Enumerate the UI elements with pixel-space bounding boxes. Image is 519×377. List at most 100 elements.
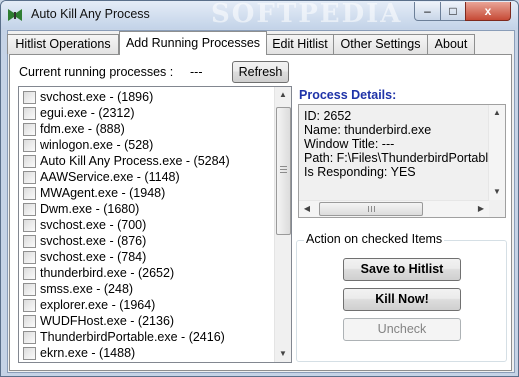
kill-now-button[interactable]: Kill Now! — [343, 288, 461, 311]
tab-edit-hitlist[interactable]: Edit Hitlist — [266, 34, 334, 54]
grip-line — [368, 206, 369, 212]
process-checkbox[interactable] — [23, 155, 36, 168]
process-row[interactable]: WUDFHost.exe - (2136) — [19, 313, 273, 329]
process-checkbox[interactable] — [23, 235, 36, 248]
process-label: Dwm.exe - (1680) — [40, 202, 140, 216]
minimize-icon: – — [424, 4, 431, 18]
grip-line — [280, 172, 287, 173]
process-checkbox[interactable] — [23, 251, 36, 264]
process-checkbox[interactable] — [23, 219, 36, 232]
current-processes-value: --- — [190, 65, 203, 79]
details-horizontal-scrollbar[interactable]: ◀ ▶ — [299, 200, 489, 217]
process-label: ekrn.exe - (1488) — [40, 346, 136, 360]
refresh-label: Refresh — [238, 65, 283, 79]
detail-path: Path: F:\Files\ThunderbirdPortable — [304, 151, 496, 165]
tab-add-running-processes[interactable]: Add Running Processes — [119, 31, 267, 55]
list-scroll-thumb[interactable] — [276, 107, 291, 235]
process-checkbox[interactable] — [23, 299, 36, 312]
process-checkbox[interactable] — [23, 347, 36, 360]
save-to-hitlist-button[interactable]: Save to Hitlist — [343, 258, 461, 281]
process-checkbox[interactable] — [23, 107, 36, 120]
process-checkbox[interactable] — [23, 139, 36, 152]
process-label: ThunderbirdPortable.exe - (2416) — [40, 330, 225, 344]
tab-other-settings[interactable]: Other Settings — [333, 34, 428, 54]
process-row[interactable]: svchost.exe - (700) — [19, 217, 273, 233]
scroll-right-arrow-icon[interactable]: ▶ — [473, 201, 489, 217]
save-label: Save to Hitlist — [360, 262, 444, 276]
uncheck-label: Uncheck — [377, 322, 427, 336]
process-row[interactable]: svchost.exe - (876) — [19, 233, 273, 249]
process-row[interactable]: svchost.exe - (784) — [19, 249, 273, 265]
tab-about[interactable]: About — [427, 34, 475, 54]
kill-label: Kill Now! — [375, 292, 429, 306]
process-list[interactable]: svchost.exe - (1896) egui.exe - (2312) fdm… — [18, 86, 292, 363]
softpedia-watermark: SOFTPEDIA — [211, 0, 403, 29]
process-checkbox[interactable] — [23, 91, 36, 104]
process-checkbox[interactable] — [23, 283, 36, 296]
tab-label: Other Settings — [340, 37, 421, 51]
close-button[interactable]: x — [465, 2, 511, 21]
maximize-icon: □ — [449, 4, 457, 18]
uncheck-button[interactable]: Uncheck — [343, 318, 461, 341]
process-details-title: Process Details: — [299, 88, 397, 102]
scroll-up-arrow-icon[interactable]: ▲ — [489, 105, 505, 121]
process-row[interactable]: Auto Kill Any Process.exe - (5284) — [19, 153, 273, 169]
detail-name: Name: thunderbird.exe — [304, 123, 432, 137]
process-checkbox[interactable] — [23, 123, 36, 136]
details-vertical-scrollbar[interactable]: ▲ ▼ — [488, 105, 505, 200]
window-title: Auto Kill Any Process — [31, 7, 150, 21]
tab-hitlist-operations[interactable]: Hitlist Operations — [7, 34, 119, 54]
action-group-label: Action on checked Items — [304, 232, 445, 246]
process-row[interactable]: MWAgent.exe - (1948) — [19, 185, 273, 201]
process-label: explorer.exe - (1964) — [40, 298, 156, 312]
list-scrollbar[interactable]: ▲ ▼ — [274, 87, 291, 362]
process-label: svchost.exe - (784) — [40, 250, 147, 264]
process-row[interactable]: winlogon.exe - (528) — [19, 137, 273, 153]
process-row[interactable]: AAWService.exe - (1148) — [19, 169, 273, 185]
tab-label: Add Running Processes — [125, 36, 261, 50]
process-label: svchost.exe - (1896) — [40, 90, 154, 104]
app-window: Auto Kill Any Process SOFTPEDIA – □ x Hi… — [0, 0, 519, 377]
scroll-up-arrow-icon[interactable]: ▲ — [275, 87, 291, 103]
process-checkbox[interactable] — [23, 331, 36, 344]
detail-id: ID: 2652 — [304, 109, 352, 123]
process-row[interactable]: thunderbird.exe - (2652) — [19, 265, 273, 281]
process-label: thunderbird.exe - (2652) — [40, 266, 175, 280]
process-checkbox[interactable] — [23, 203, 36, 216]
scroll-left-arrow-icon[interactable]: ◀ — [299, 201, 315, 217]
grip-line — [374, 206, 375, 212]
process-row[interactable]: Dwm.exe - (1680) — [19, 201, 273, 217]
process-row[interactable]: explorer.exe - (1964) — [19, 297, 273, 313]
grip-line — [371, 206, 372, 212]
tab-label: Hitlist Operations — [15, 37, 111, 51]
process-label: smss.exe - (248) — [40, 282, 134, 296]
maximize-button[interactable]: □ — [440, 2, 466, 21]
grip-line — [280, 166, 287, 167]
process-row[interactable]: smss.exe - (248) — [19, 281, 273, 297]
process-details-box[interactable]: ID: 2652 Name: thunderbird.exe Window Ti… — [298, 104, 506, 218]
process-row[interactable]: egui.exe - (2312) — [19, 105, 273, 121]
detail-window-title: Window Title: --- — [304, 137, 395, 151]
process-row[interactable]: ekrn.exe - (1488) — [19, 345, 273, 361]
refresh-button[interactable]: Refresh — [232, 61, 289, 83]
detail-responding: Is Responding: YES — [304, 165, 416, 179]
current-processes-label: Current running processes : — [19, 65, 174, 79]
scroll-down-arrow-icon[interactable]: ▼ — [275, 346, 291, 362]
scroll-down-arrow-icon[interactable]: ▼ — [489, 184, 505, 200]
process-row[interactable]: svchost.exe - (1896) — [19, 89, 273, 105]
title-bar[interactable]: Auto Kill Any Process SOFTPEDIA – □ x — [1, 1, 518, 29]
process-label: Auto Kill Any Process.exe - (5284) — [40, 154, 230, 168]
process-label: AAWService.exe - (1148) — [40, 170, 180, 184]
grip-line — [280, 169, 287, 170]
process-checkbox[interactable] — [23, 267, 36, 280]
process-checkbox[interactable] — [23, 187, 36, 200]
details-scroll-thumb[interactable] — [319, 202, 423, 216]
process-label: egui.exe - (2312) — [40, 106, 135, 120]
process-label: fdm.exe - (888) — [40, 122, 125, 136]
minimize-button[interactable]: – — [414, 2, 441, 21]
process-label: svchost.exe - (876) — [40, 234, 147, 248]
process-row[interactable]: fdm.exe - (888) — [19, 121, 273, 137]
process-checkbox[interactable] — [23, 315, 36, 328]
process-row[interactable]: ThunderbirdPortable.exe - (2416) — [19, 329, 273, 345]
process-checkbox[interactable] — [23, 171, 36, 184]
